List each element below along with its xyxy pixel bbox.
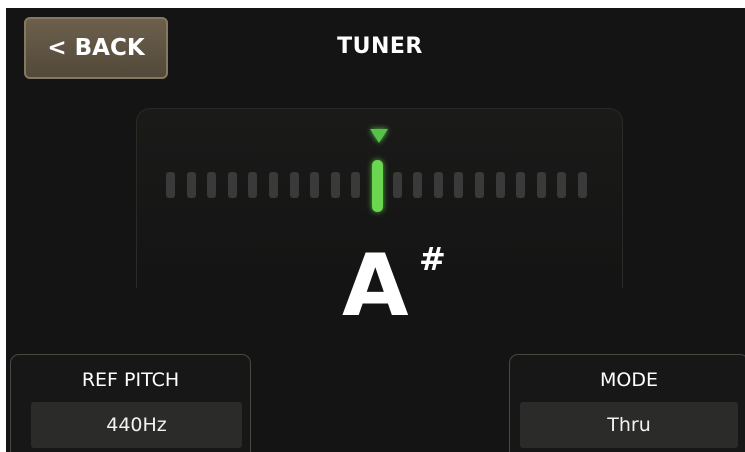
tuner-segment	[351, 172, 360, 198]
tuner-segment	[578, 172, 587, 198]
tuner-segment	[516, 172, 525, 198]
detected-note: A #	[336, 236, 456, 346]
tuner-segment	[475, 172, 484, 198]
tuner-segment	[537, 172, 546, 198]
tuner-segment	[454, 172, 463, 198]
tuner-segment	[207, 172, 216, 198]
tuner-segment	[331, 172, 340, 198]
ref-pitch-panel: REF PITCH 440Hz	[10, 354, 251, 452]
tuner-segment	[187, 172, 196, 198]
ref-pitch-label: REF PITCH	[81, 369, 180, 391]
mode-value-text: Thru	[607, 414, 651, 436]
triangle-down-icon	[370, 129, 388, 143]
back-button-label: < BACK	[47, 35, 145, 61]
tuner-segment	[269, 172, 278, 198]
note-letter: A	[342, 236, 409, 336]
ref-pitch-value[interactable]: 440Hz	[31, 402, 242, 448]
tuner-segment	[310, 172, 319, 198]
mode-label: MODE	[600, 369, 658, 391]
mode-value[interactable]: Thru	[520, 402, 738, 448]
mode-panel: MODE Thru	[509, 354, 745, 452]
note-accidental: #	[419, 240, 446, 278]
back-button[interactable]: < BACK	[24, 17, 168, 79]
tuner-segment	[413, 172, 422, 198]
tuner-segment	[557, 172, 566, 198]
tuner-segment	[496, 172, 505, 198]
page-title: TUNER	[337, 34, 423, 59]
tuner-segment	[393, 172, 402, 198]
tuner-segment	[290, 172, 299, 198]
ref-pitch-value-text: 440Hz	[106, 414, 167, 436]
tuner-segment	[248, 172, 257, 198]
tuner-screen: < BACK TUNER A # REF PITCH 440Hz MODE Th…	[6, 8, 745, 452]
tuner-segment-active	[372, 160, 383, 212]
tuner-segment	[228, 172, 237, 198]
tuner-segment	[434, 172, 443, 198]
tuner-segment	[166, 172, 175, 198]
